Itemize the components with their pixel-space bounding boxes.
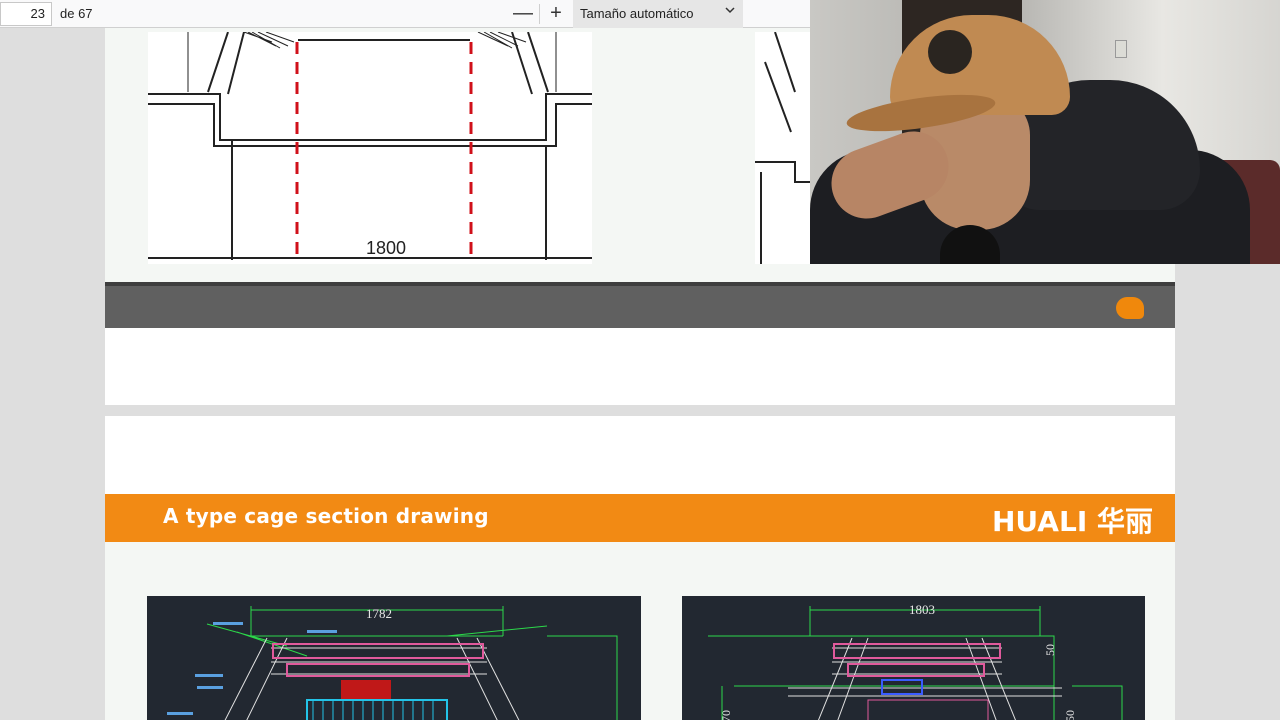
pdf-page-current: A type cage section drawing HUALI 华丽 178… bbox=[105, 416, 1175, 720]
cad-right-side-dim-b: 70 bbox=[719, 710, 733, 720]
page-total-label: de 67 bbox=[60, 6, 93, 21]
page-top-margin bbox=[105, 416, 1175, 494]
technical-drawing-right bbox=[755, 31, 815, 264]
dimension-label: 1800 bbox=[366, 238, 406, 258]
cad-right-dimension: 1803 bbox=[909, 602, 935, 617]
cap-logo-icon bbox=[928, 30, 972, 74]
technical-drawing-left: 1800 bbox=[148, 31, 592, 264]
chevron-down-icon bbox=[725, 7, 735, 14]
page-bottom-margin bbox=[105, 328, 1175, 405]
pdf-viewer: 23 de 67 — + Tamaño automático 1800 A ty… bbox=[0, 0, 1280, 720]
section-banner: A type cage section drawing HUALI 华丽 bbox=[105, 494, 1175, 542]
cad-drawing-left: 1782 bbox=[147, 596, 641, 720]
brand-logo: HUALI 华丽 bbox=[992, 505, 1153, 538]
page-footer-bar bbox=[105, 282, 1175, 328]
zoom-select[interactable]: Tamaño automático bbox=[573, 0, 743, 28]
zoom-out-button[interactable]: — bbox=[512, 2, 534, 24]
footer-logo-icon bbox=[1116, 297, 1144, 319]
light-switch bbox=[1115, 40, 1127, 58]
cad-right-side-dim-c: 50 bbox=[1063, 710, 1077, 720]
section-title: A type cage section drawing bbox=[163, 504, 489, 528]
toolbar-separator bbox=[539, 4, 540, 24]
zoom-in-button[interactable]: + bbox=[545, 2, 567, 24]
cad-drawing-right: 1803 50 70 50 bbox=[682, 596, 1145, 720]
cad-left-dimension: 1782 bbox=[366, 606, 392, 621]
zoom-select-value: Tamaño automático bbox=[580, 6, 694, 21]
cad-right-side-dim-a: 50 bbox=[1043, 644, 1057, 656]
webcam-overlay bbox=[810, 0, 1280, 264]
pdf-toolbar: 23 de 67 — + Tamaño automático bbox=[0, 0, 810, 28]
page-number-input[interactable]: 23 bbox=[0, 2, 52, 26]
